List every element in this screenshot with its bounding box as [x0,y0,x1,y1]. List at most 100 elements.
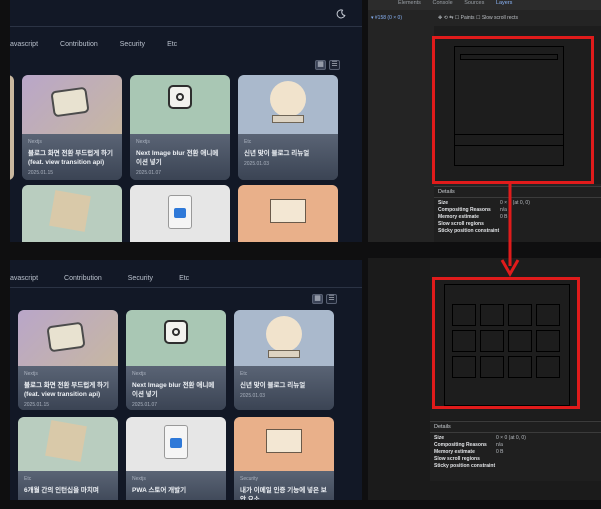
camera-icon [168,85,192,109]
card-title: Next Image blur 전환 애니메이션 넣기 [136,149,219,166]
post-card[interactable]: Nextjs Next Image blur 전환 애니메이션 넣기 2025.… [130,75,230,180]
detail-key: Memory estimate [434,448,475,455]
card-title: 내가 이메일 인증 기능에 넣은 보안 요소 [240,487,327,500]
post-card[interactable]: Nextjs Next Image blur 전환 애니메이션 넣기 2025.… [126,310,226,410]
reset-icon[interactable]: ⇆ [449,15,453,21]
list-view-button[interactable]: ☰ [329,60,340,70]
card-title: 신년 맞이 블로그 리뉴얼 [240,382,306,389]
card-category: Nextjs [28,138,42,145]
layer-tree-item[interactable]: ▾ #158 (0 × 0) [371,15,402,21]
shopping-bag-icon [168,195,192,229]
tab-console[interactable]: Console [432,0,452,6]
card-date: 2025.01.07 [136,169,162,176]
tab-elements[interactable]: Elements [398,0,421,6]
card-title: 블로그 화면 전환 부드럽게 하기 (feat. view transition… [24,382,109,398]
card-title: 6개월 간의 인턴십을 마치며 [24,487,99,494]
nav-item-javascript[interactable]: avascript [10,41,38,48]
post-card[interactable]: Nextjs PWA 스토어 개발기 [126,417,226,500]
post-card[interactable]: Etc 신년 맞이 블로그 리뉴얼 2025.01.03 [234,310,334,410]
shopping-bag-icon [164,425,188,459]
card-date: 2025.01.03 [244,160,270,167]
pan-icon[interactable]: ✥ [438,15,442,21]
card-date: 2025.01.15 [24,402,50,408]
rotate-icon[interactable]: ⟲ [444,15,448,21]
detail-key: Size [438,199,449,206]
detail-key: Memory estimate [438,213,479,220]
card-title: 블로그 화면 전환 부드럽게 하기 (feat. view transition… [28,149,113,166]
envelope-icon [266,429,302,453]
camera-icon [164,320,188,344]
detail-value [496,455,526,462]
post-card[interactable]: Etc 6개월 간의 인턴십을 마치며 [18,417,118,500]
card-date: 2025.01.03 [240,393,266,399]
detail-key: Sticky position constraint [434,462,496,469]
card-date: 2025.01.07 [132,402,158,408]
paints-label: Paints [460,15,475,21]
card-partial-left[interactable] [10,75,14,180]
devtools-tabs: Elements Console Sources Layers [368,0,601,10]
grid-view-button[interactable]: ▦ [312,294,323,304]
detail-key: Compositing Reasons [438,206,491,213]
card-title: Next Image blur 전환 애니메이션 넣기 [132,382,215,398]
post-card[interactable] [22,185,122,242]
tab-sources[interactable]: Sources [464,0,484,6]
slow-scroll-checkbox[interactable]: ☐ [476,15,480,21]
card-category: Security [240,476,259,482]
bottom-blog-panel: avascript Contribution Security Etc ▦ ☰ … [10,260,362,500]
post-card[interactable]: Nextjs 블로그 화면 전환 부드럽게 하기 (feat. view tra… [22,75,122,180]
post-card[interactable] [130,185,230,242]
top-blog-panel: avascript Contribution Security Etc ▦ ☰ … [10,0,362,242]
detail-value: 0 × 0 (at 0, 0) [496,434,526,441]
nav-item-etc[interactable]: Etc [179,275,189,282]
card-date: 2025.01.15 [28,169,54,176]
card-category: Nextjs [136,138,150,145]
post-card[interactable]: Security 내가 이메일 인증 기능에 넣은 보안 요소 [234,417,334,500]
list-view-button[interactable]: ☰ [326,294,337,304]
card-category: Etc [240,371,248,377]
card-title: PWA 스토어 개발기 [132,487,187,494]
card-category: Nextjs [132,476,146,482]
card-category: Etc [244,138,252,145]
paints-checkbox[interactable]: ☐ [455,15,459,21]
detail-key: Compositing Reasons [434,441,487,448]
nav-item-contribution[interactable]: Contribution [64,275,102,282]
view-toggle: ▦ ☰ [315,60,340,70]
category-nav: avascript Contribution Security Etc [10,41,362,48]
post-card[interactable] [238,185,338,242]
tab-layers[interactable]: Layers [496,0,513,6]
qr-block-illustration [45,420,87,462]
grid-view-button[interactable]: ▦ [315,60,326,70]
monitor-illustration [266,316,302,352]
nav-item-javascript[interactable]: avascript [10,275,38,282]
detail-key: Slow scroll regions [438,220,484,227]
moon-icon[interactable] [336,9,346,19]
details-header: Details [430,422,601,433]
category-nav: avascript Contribution Security Etc [10,275,362,282]
envelope-icon [270,199,306,223]
post-card[interactable]: Etc 신년 맞이 블로그 리뉴얼 2025.01.03 [238,75,338,180]
detail-value: 0 B [496,448,504,455]
device-illustration [46,321,86,353]
highlight-box-bottom [432,277,580,409]
nav-item-contribution[interactable]: Contribution [60,41,98,48]
detail-key: Size [434,434,445,441]
monitor-illustration [270,81,306,117]
details-pane: Details Size 0 × 0 (at 0, 0) Compositing … [430,421,601,481]
nav-divider [10,287,362,288]
header-divider [10,26,362,27]
highlight-box-top [432,36,594,184]
view-toggle: ▦ ☰ [312,294,337,304]
card-category: Nextjs [24,371,38,377]
post-card[interactable]: Nextjs 블로그 화면 전환 부드럽게 하기 (feat. view tra… [18,310,118,410]
detail-value [496,462,526,469]
nav-item-security[interactable]: Security [120,41,145,48]
qr-block-illustration [49,190,91,232]
detail-key: Slow scroll regions [434,455,480,462]
details-table: Size 0 × 0 (at 0, 0) Compositing Reasons n… [434,434,526,469]
nav-item-security[interactable]: Security [128,275,153,282]
detail-key: Sticky position constraint [438,227,500,234]
layers-toolbar: ✥ ⟲ ⇆ ☐ Paints ☐ Slow scroll rects [438,15,518,21]
nav-item-etc[interactable]: Etc [167,41,177,48]
detail-value: n/a [496,441,503,448]
device-illustration [50,86,90,118]
